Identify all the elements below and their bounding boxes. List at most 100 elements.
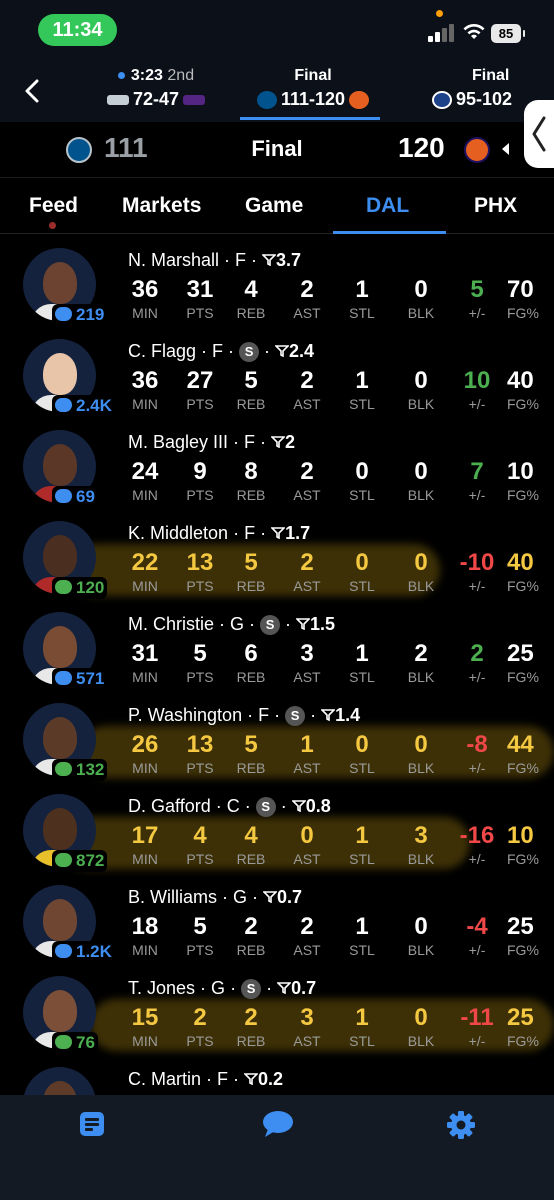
score-header: 111 Final 120 xyxy=(0,122,554,178)
stat-label: REB xyxy=(236,669,266,685)
stat-label: REB xyxy=(236,1033,266,1049)
player-name: K. Middleton xyxy=(128,523,229,543)
stat-value: 0 xyxy=(414,458,428,485)
chat-bubble-icon xyxy=(55,1035,72,1049)
game-score: 111-120 xyxy=(280,89,346,109)
tab-dal[interactable]: DAL xyxy=(366,194,409,218)
stat-label: BLK xyxy=(407,578,435,594)
comment-count: 69 xyxy=(76,487,95,506)
game-clock: 3:23 xyxy=(130,67,163,84)
player-row[interactable]: 132 P. Washington · F · S · 1.4 26 MIN 13 PTS… xyxy=(0,690,554,781)
suns-logo-icon xyxy=(464,137,490,163)
avatar-head xyxy=(43,990,77,1032)
stat-value: 25 xyxy=(507,1004,534,1031)
lakers-logo-icon xyxy=(183,95,206,106)
comment-count-badge[interactable]: 872 xyxy=(52,850,108,872)
settings-nav-button[interactable] xyxy=(446,1110,476,1140)
stat-label: FG% xyxy=(507,851,539,867)
stat-blk: 3 BLK xyxy=(396,822,446,868)
stat-fg: 40 FG% xyxy=(507,549,554,595)
cellular-signal-icon xyxy=(428,22,456,42)
stat-label: PTS xyxy=(186,669,214,685)
comment-count-badge[interactable]: 219 xyxy=(52,304,108,326)
spurs-logo-icon xyxy=(106,95,129,106)
stat-label: STL xyxy=(349,396,375,412)
player-rating: 1.7 xyxy=(285,523,311,543)
player-info-line: N. Marshall · F · 3.7 xyxy=(128,250,302,270)
tab-phx[interactable]: PHX xyxy=(474,194,517,218)
player-row[interactable]: 1.2K B. Williams · G · 0.7 18 MIN 5 PTS 2 REB 2 A… xyxy=(0,872,554,963)
stat-pts: 13 PTS xyxy=(175,731,225,777)
player-row[interactable]: 76 T. Jones · G · S · 0.7 15 MIN 2 PTS 2 REB 3 AS… xyxy=(0,963,554,1054)
game-score: 95-102 xyxy=(456,89,513,109)
stat-label: BLK xyxy=(407,942,435,958)
stat-label: AST xyxy=(293,851,321,867)
player-row[interactable]: C. Martin · F · 0.2 xyxy=(0,1054,554,1095)
away-score: 120 xyxy=(398,132,445,163)
comment-count-badge[interactable]: 120 xyxy=(52,577,108,599)
stat-label: STL xyxy=(349,760,375,776)
stat-value: 9 xyxy=(193,458,207,485)
stat-value: 25 xyxy=(507,640,534,667)
tab-markets[interactable]: Markets xyxy=(122,194,201,218)
game-card-mavs-suns[interactable]: Final 111-120 xyxy=(248,66,378,112)
player-row[interactable]: 2.4K C. Flagg · F · S · 2.4 36 MIN 27 PTS 5 REB… xyxy=(0,326,554,417)
player-row[interactable]: 219 N. Marshall · F · 3.7 36 MIN 31 PTS 4 REB 2 A… xyxy=(0,235,554,326)
comment-count-badge[interactable]: 2.4K xyxy=(52,395,115,417)
tab-feed[interactable]: Feed xyxy=(29,194,78,218)
gear-icon xyxy=(447,1111,475,1139)
comment-count: 120 xyxy=(76,578,105,597)
stat-pm: -4 +/- xyxy=(452,913,502,959)
comment-count-badge[interactable]: 69 xyxy=(52,486,98,508)
tab-game[interactable]: Game xyxy=(245,194,303,218)
player-row[interactable]: 571 M. Christie · G · S · 1.5 31 MIN 5 PTS 6 RE… xyxy=(0,599,554,690)
games-strip: 3:23 2nd 72-47 Final 111-120 Final 95-10… xyxy=(0,58,554,122)
stat-value: 0 xyxy=(355,458,369,485)
stat-pm: 10 +/- xyxy=(452,367,502,413)
rating-filter-icon xyxy=(320,709,337,722)
stat-value: 2 xyxy=(244,1004,258,1031)
stat-blk: 0 BLK xyxy=(396,458,446,504)
player-row[interactable]: 120 K. Middleton · F · 1.7 22 MIN 13 PTS 5 REB 2… xyxy=(0,508,554,599)
stat-label: +/- xyxy=(468,487,486,503)
stat-stl: 1 STL xyxy=(337,913,387,959)
chat-bubble-icon xyxy=(55,398,72,412)
stat-ast: 3 AST xyxy=(282,640,332,686)
stat-value: 2 xyxy=(300,913,314,940)
game-card-spurs-lakers[interactable]: 3:23 2nd 72-47 xyxy=(96,66,216,112)
comment-count-badge[interactable]: 1.2K xyxy=(52,941,115,963)
stat-reb: 5 REB xyxy=(226,731,276,777)
side-panel-tab[interactable] xyxy=(524,100,554,168)
stat-value: 2 xyxy=(193,1004,207,1031)
player-avatar[interactable] xyxy=(23,1067,96,1095)
boxscore-nav-button[interactable] xyxy=(78,1110,106,1138)
chat-bubble-icon xyxy=(55,489,72,503)
stat-value: 31 xyxy=(131,640,159,667)
comment-count-badge[interactable]: 132 xyxy=(52,759,108,781)
stat-value: 40 xyxy=(507,549,534,576)
player-row[interactable]: 872 D. Gafford · C · S · 0.8 17 MIN 4 PTS 4 REB… xyxy=(0,781,554,872)
status-time: 11:34 xyxy=(38,14,117,46)
comment-count-badge[interactable]: 571 xyxy=(52,668,108,690)
rating-filter-icon xyxy=(290,800,307,813)
player-row[interactable]: 69 M. Bagley III · F · 2 24 MIN 9 PTS 8 REB 2 AST… xyxy=(0,417,554,508)
stat-value: 8 xyxy=(244,458,258,485)
stat-label: PTS xyxy=(186,942,214,958)
stat-value: 4 xyxy=(244,276,258,303)
comment-count: 1.2K xyxy=(76,942,112,961)
stat-min: 36 MIN xyxy=(120,367,170,413)
stat-ast: 2 AST xyxy=(282,458,332,504)
stat-value: 13 xyxy=(186,731,214,758)
player-position: G xyxy=(211,978,226,998)
player-info-line: K. Middleton · F · 1.7 xyxy=(128,523,311,543)
chat-bubble-icon xyxy=(55,671,72,685)
back-button[interactable] xyxy=(18,76,48,106)
stat-value: 0 xyxy=(355,549,369,576)
player-info-line: T. Jones · G · S · 0.7 xyxy=(128,978,317,999)
battery-indicator: 85 xyxy=(491,24,525,43)
stat-value: 0 xyxy=(414,367,428,394)
comment-count-badge[interactable]: 76 xyxy=(52,1032,98,1054)
feed-unread-dot xyxy=(49,222,56,229)
chat-nav-button[interactable] xyxy=(262,1110,294,1138)
stat-label: BLK xyxy=(407,305,435,321)
